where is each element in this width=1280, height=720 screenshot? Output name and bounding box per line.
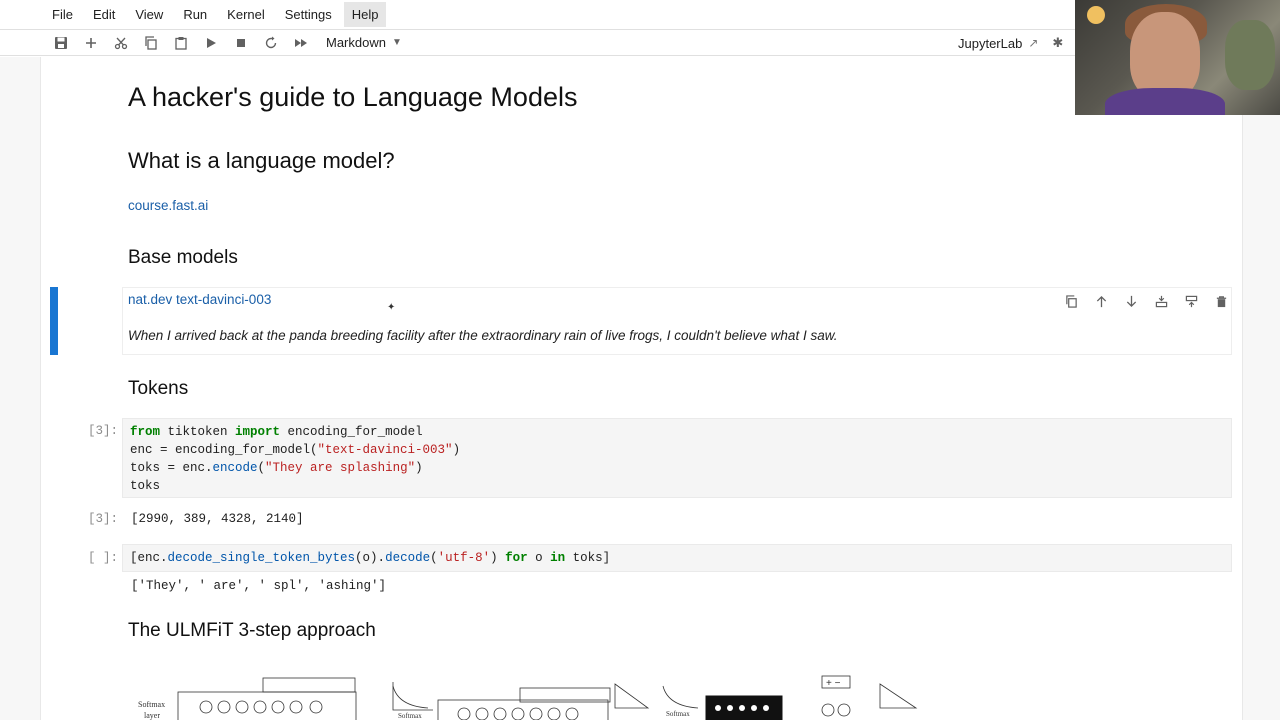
code-method: encode <box>212 461 258 475</box>
add-cell-icon[interactable] <box>76 31 106 55</box>
heading-base-models: Base models <box>128 247 238 268</box>
diagram-plus-minus-icon: + − <box>826 678 841 689</box>
save-icon[interactable] <box>46 31 76 55</box>
diagram-triangle <box>614 683 650 709</box>
insert-below-icon[interactable] <box>1176 292 1206 310</box>
cell-output-decoded: ['They', ' are', ' spl', 'ashing'] <box>131 579 387 593</box>
presenter-shirt <box>1105 88 1225 115</box>
diagram-nodes <box>199 700 323 714</box>
cell-prompt: [ ]: <box>87 551 118 565</box>
diagram-nodes <box>821 703 851 717</box>
menu-edit[interactable]: Edit <box>85 2 123 27</box>
menu-run[interactable]: Run <box>175 2 215 27</box>
jupyterlab-label: JupyterLab <box>958 35 1023 51</box>
code-method: decode_single_token_bytes <box>167 551 356 565</box>
menu-file[interactable]: File <box>44 2 81 27</box>
stop-icon[interactable] <box>226 31 256 55</box>
duplicate-cell-icon[interactable] <box>1056 292 1086 310</box>
diagram-nodes <box>457 707 579 720</box>
course-link[interactable]: course.fast.ai <box>128 198 208 213</box>
code-cell-decode[interactable]: [enc.decode_single_token_bytes(o).decode… <box>122 544 1232 572</box>
cell-type-select[interactable]: Markdown ▼ <box>326 35 402 50</box>
mouse-cursor-icon: ✦ <box>387 302 396 313</box>
code-string: "They are splashing" <box>265 461 416 475</box>
diagram-label-softmax: Softmax <box>666 710 690 718</box>
cell-prompt: [3]: <box>87 424 118 438</box>
presenter-face <box>1130 12 1200 100</box>
chevron-down-icon: ▼ <box>391 37 402 48</box>
fast-forward-icon[interactable] <box>286 31 316 55</box>
code-cell-tiktoken[interactable]: from tiktoken import encoding_for_model … <box>122 418 1232 498</box>
output-prompt: [3]: <box>87 512 118 526</box>
cut-icon[interactable] <box>106 31 136 55</box>
paste-icon[interactable] <box>166 31 196 55</box>
diagram-curve <box>662 685 699 709</box>
delete-cell-icon[interactable] <box>1206 292 1236 310</box>
heading-what-is-language-model: What is a language model? <box>128 148 395 173</box>
external-link-icon: ↗ <box>1028 36 1039 50</box>
code-string: "text-davinci-003" <box>317 443 453 457</box>
left-gutter <box>0 57 40 720</box>
diagram-curve <box>392 685 429 709</box>
code-keyword: import <box>235 425 281 439</box>
jupyterlab-link[interactable]: JupyterLab ↗ ✱ <box>958 30 1063 56</box>
diagram-triangle <box>879 683 918 709</box>
diagram-label-softmax: Softmax <box>398 712 422 720</box>
insert-above-icon[interactable] <box>1146 292 1176 310</box>
menu-help[interactable]: Help <box>343 2 387 27</box>
menu-view[interactable]: View <box>127 2 171 27</box>
move-down-icon[interactable] <box>1116 292 1146 310</box>
webcam-overlay <box>1075 0 1280 115</box>
ulmfit-diagram: Softmax layer Softmax Softmax + − <box>138 675 918 720</box>
diagram-label-softmax: Softmax <box>138 700 165 709</box>
code-method: decode <box>385 551 431 565</box>
copy-icon[interactable] <box>136 31 166 55</box>
code-keyword: from <box>130 425 161 439</box>
diagram-box <box>262 677 356 693</box>
natdev-link[interactable]: nat.dev text-davinci-003 <box>128 292 271 307</box>
active-cell-indicator <box>50 287 58 355</box>
plant-shape <box>1225 20 1275 90</box>
code-string: 'utf-8' <box>437 551 491 565</box>
menu-kernel[interactable]: Kernel <box>219 2 273 27</box>
run-icon[interactable] <box>196 31 226 55</box>
right-gutter <box>1243 57 1280 720</box>
cell-type-value: Markdown <box>326 35 386 50</box>
heading-ulmfit: The ULMFiT 3-step approach <box>128 620 376 641</box>
code-keyword: for <box>505 551 528 565</box>
prompt-text: When I arrived back at the panda breedin… <box>128 328 838 343</box>
diagram-label-layer: layer <box>144 711 160 720</box>
move-up-icon[interactable] <box>1086 292 1116 310</box>
debugger-icon[interactable]: ✱ <box>1052 35 1063 51</box>
cell-toolbar <box>1056 292 1236 310</box>
code-keyword: in <box>550 551 566 565</box>
menu-settings[interactable]: Settings <box>277 2 340 27</box>
cell-output-tokens: [2990, 389, 4328, 2140] <box>131 512 304 526</box>
heading-tokens: Tokens <box>128 378 189 399</box>
diagram-box <box>177 691 357 720</box>
lamp-shape <box>1087 6 1105 24</box>
restart-icon[interactable] <box>256 31 286 55</box>
notebook-title: A hacker's guide to Language Models <box>128 82 578 112</box>
